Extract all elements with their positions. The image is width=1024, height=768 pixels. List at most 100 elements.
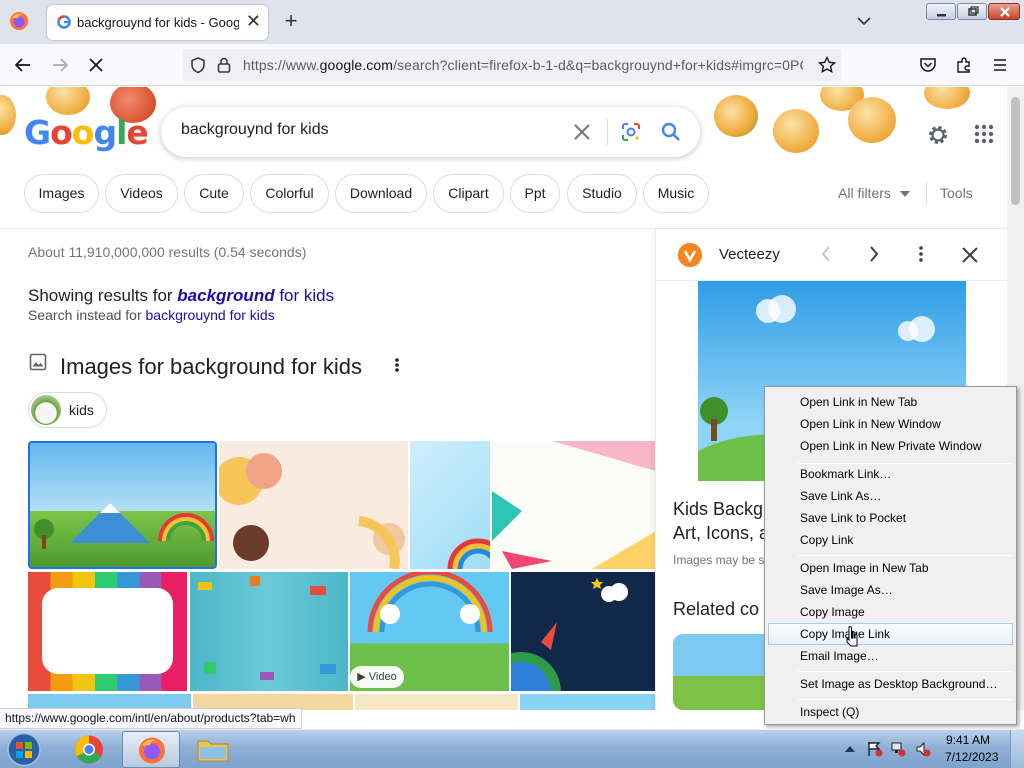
menu-copy-image-link[interactable]: Copy Image Link [768, 623, 1013, 645]
chevron-left-icon[interactable] [819, 244, 833, 264]
more-vert-icon[interactable] [390, 355, 404, 375]
restore-button[interactable] [957, 3, 987, 20]
taskbar-firefox[interactable] [122, 731, 180, 768]
image-icon [29, 353, 47, 371]
image-result-art [198, 576, 336, 680]
image-result[interactable] [28, 441, 217, 569]
image-result[interactable] [410, 441, 490, 569]
windows-start-icon[interactable] [4, 731, 44, 768]
chip-cute[interactable]: Cute [184, 174, 244, 213]
scrollbar-thumb[interactable] [1011, 97, 1020, 205]
chip-images[interactable]: Images [24, 174, 99, 213]
new-tab-button[interactable]: + [280, 9, 302, 33]
menu-email-image[interactable]: Email Image… [768, 645, 1013, 667]
bookmark-star-icon[interactable] [817, 55, 837, 75]
lock-icon[interactable] [216, 56, 232, 74]
apps-grid-icon[interactable] [973, 123, 995, 145]
copyright-note: Images may be s [673, 553, 765, 567]
lens-icon[interactable] [619, 120, 643, 144]
tools-button[interactable]: Tools [940, 185, 973, 201]
menu-bookmark-link[interactable]: Bookmark Link… [768, 463, 1013, 485]
chip-thumbnail [31, 395, 61, 425]
settings-gear-icon[interactable] [926, 123, 950, 147]
chip-clipart[interactable]: Clipart [433, 174, 504, 213]
back-arrow-icon[interactable] [13, 55, 33, 75]
chevron-down-icon[interactable] [855, 12, 873, 30]
tab-close-icon[interactable]: ✕ [246, 11, 261, 31]
clock-time[interactable]: 9:41 AM [946, 733, 990, 747]
menu-open-link-private-window[interactable]: Open Link in New Private Window [768, 435, 1013, 457]
menu-save-image-as[interactable]: Save Image As… [768, 579, 1013, 601]
menu-save-link-to-pocket[interactable]: Save Link to Pocket [768, 507, 1013, 529]
all-filters-button[interactable]: All filters [838, 185, 891, 201]
image-result[interactable] [511, 572, 656, 691]
window-close-button[interactable] [988, 3, 1020, 20]
url-text[interactable]: https://www.google.com/search?client=fir… [243, 57, 803, 73]
shield-icon[interactable] [189, 56, 207, 74]
chip-colorful[interactable]: Colorful [250, 174, 329, 213]
image-result[interactable] [28, 572, 187, 691]
taskbar-file-explorer[interactable] [184, 731, 242, 768]
filters-divider [926, 182, 927, 204]
forward-arrow-icon[interactable] [50, 55, 70, 75]
url-domain: google.com [319, 57, 394, 73]
taskbar-chrome[interactable] [60, 731, 118, 768]
related-chip-kids[interactable]: kids [28, 392, 107, 428]
search-instead-link[interactable]: backgrouynd for kids [146, 307, 275, 323]
stop-loading-icon[interactable] [86, 55, 106, 75]
video-badge-label: Video [368, 671, 397, 683]
firefox-icon[interactable] [8, 10, 30, 32]
menu-open-image-new-tab[interactable]: Open Image in New Tab [768, 557, 1013, 579]
menu-open-link-new-window[interactable]: Open Link in New Window [768, 413, 1013, 435]
image-result-art [219, 453, 405, 569]
clear-icon[interactable] [571, 121, 593, 143]
show-desktop-button[interactable] [1010, 730, 1024, 768]
panel-source-name[interactable]: Vecteezy [719, 246, 780, 263]
images-section-heading: Images for background for kids [60, 354, 363, 379]
clock-date[interactable]: 7/12/2023 [945, 750, 998, 764]
result-stats: About 11,910,000,000 results (0.54 secon… [28, 244, 307, 260]
menu-inspect[interactable]: Inspect (Q) [768, 701, 1013, 723]
doodle-decoration [46, 87, 90, 115]
image-result-art [511, 578, 628, 691]
chip-music[interactable]: Music [643, 174, 709, 213]
url-bar[interactable]: https://www.google.com/search?client=fir… [183, 49, 841, 81]
google-favicon [57, 15, 71, 29]
pocket-icon[interactable] [918, 55, 938, 75]
action-center-icon[interactable] [867, 741, 883, 757]
image-result[interactable] [520, 694, 656, 710]
close-icon[interactable] [959, 244, 981, 266]
related-content-heading: Related co [673, 599, 760, 619]
volume-muted-icon[interactable] [915, 741, 931, 757]
search-icon[interactable] [659, 120, 683, 144]
network-icon[interactable] [890, 741, 906, 757]
show-hidden-icons-icon[interactable] [845, 744, 855, 752]
extensions-icon[interactable] [954, 55, 974, 75]
chip-videos[interactable]: Videos [105, 174, 178, 213]
menu-save-link-as[interactable]: Save Link As… [768, 485, 1013, 507]
caret-down-icon[interactable] [900, 191, 910, 197]
chip-ppt[interactable]: Ppt [510, 174, 560, 213]
hamburger-menu-icon[interactable] [990, 55, 1010, 75]
search-input[interactable] [181, 121, 561, 139]
menu-copy-link[interactable]: Copy Link [768, 529, 1013, 551]
image-result[interactable] [355, 694, 518, 710]
image-result[interactable] [219, 441, 408, 569]
more-vert-icon[interactable] [914, 244, 928, 264]
panel-header: Vecteezy [656, 229, 1008, 281]
chip-download[interactable]: Download [335, 174, 427, 213]
google-logo[interactable]: Google [24, 113, 149, 152]
doodle-decoration [714, 95, 758, 137]
image-result[interactable] [492, 441, 656, 569]
search-box[interactable] [161, 107, 700, 157]
image-result[interactable] [190, 572, 348, 691]
corrected-query-link[interactable]: background [177, 286, 274, 305]
chevron-right-icon[interactable] [867, 244, 881, 264]
chip-studio[interactable]: Studio [567, 174, 637, 213]
menu-set-desktop-background[interactable]: Set Image as Desktop Background… [768, 673, 1013, 695]
corrected-query-rest[interactable]: for kids [275, 286, 334, 305]
browser-tab[interactable]: backgrouynd for kids - Google Search ✕ [47, 5, 268, 40]
minimize-button[interactable] [926, 3, 956, 20]
menu-copy-image[interactable]: Copy Image [768, 601, 1013, 623]
menu-open-link-new-tab[interactable]: Open Link in New Tab [768, 391, 1013, 413]
